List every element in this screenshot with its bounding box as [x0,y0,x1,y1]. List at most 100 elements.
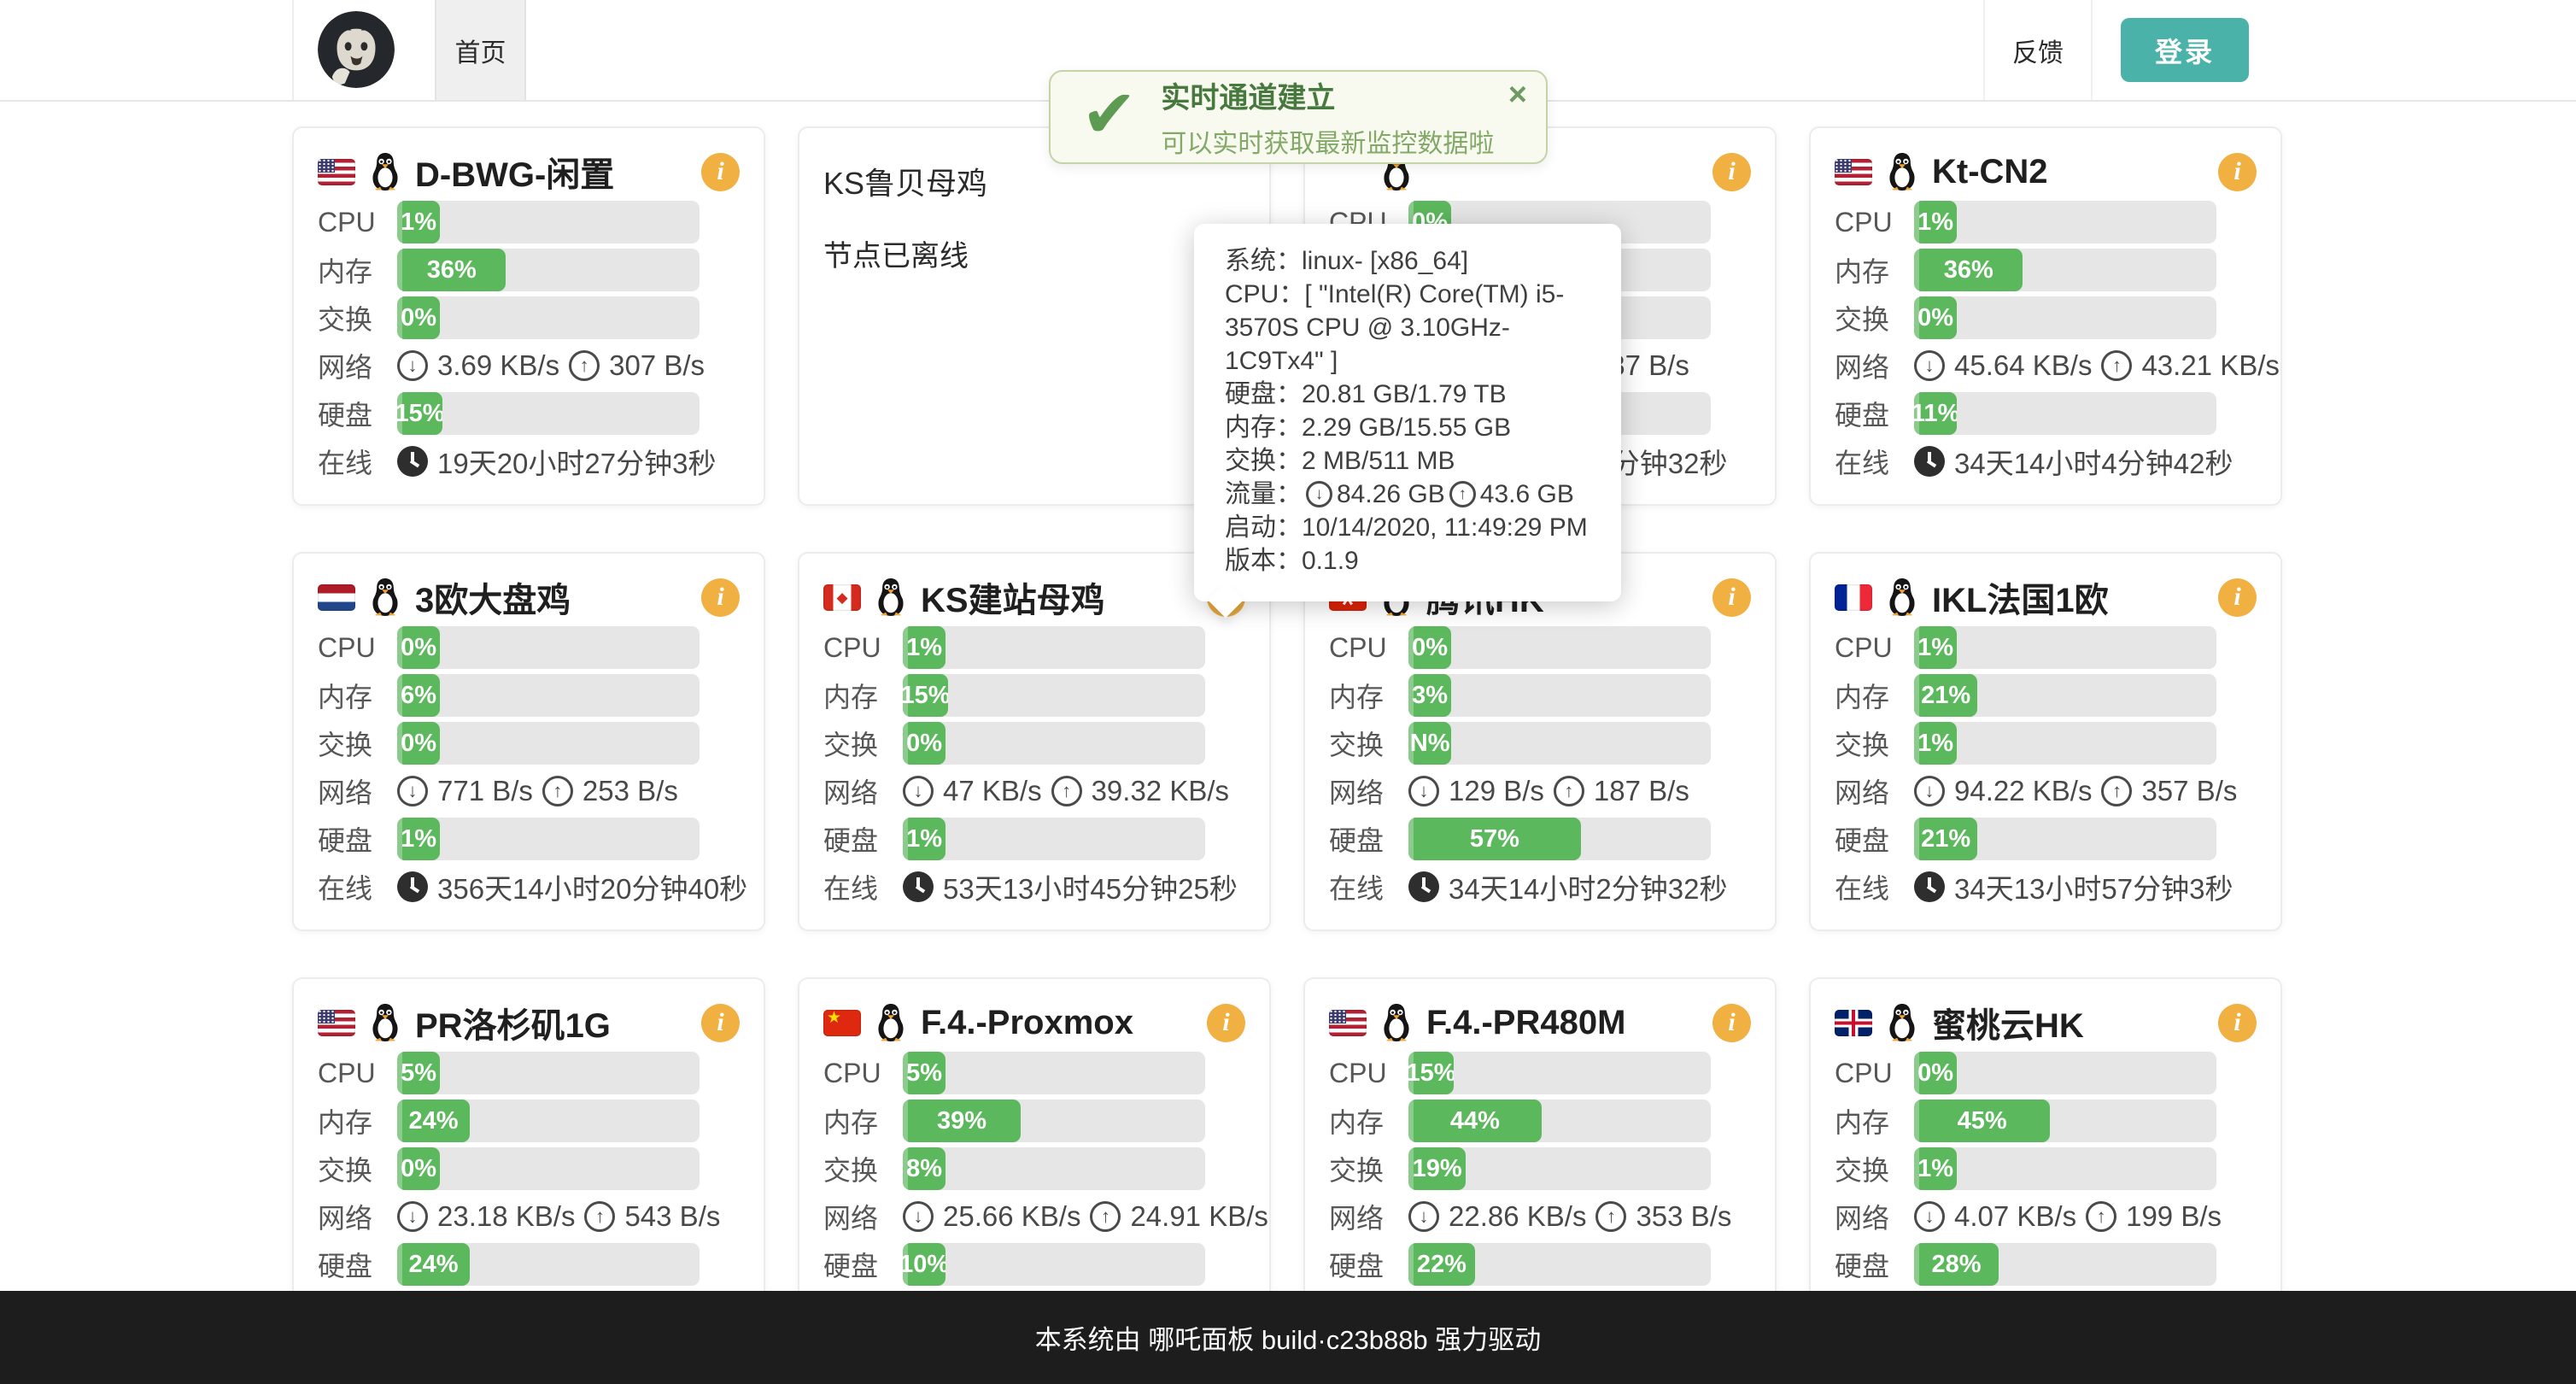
stat-label-cpu: CPU [1835,207,1914,238]
disk-usage-bar: 22% [1408,1243,1711,1286]
download-arrow-icon [397,1201,428,1232]
stat-label-swap: 交换 [1835,1149,1914,1188]
cpu-usage-bar: 0% [1408,626,1711,669]
cpu-percent: 1% [401,208,436,237]
disk-percent: 1% [401,825,436,853]
info-icon[interactable] [2218,1004,2257,1042]
server-name: 3欧大盘鸡 [415,572,571,622]
cpu-usage-bar: 5% [903,1052,1205,1094]
upload-arrow-icon [569,350,600,381]
uptime-row: 53天13小时45分钟25秒 [903,866,1238,907]
stat-label-online: 在线 [318,867,397,906]
tooltip-swap-line: 交换：2 MB/511 MB [1225,444,1592,478]
traffic-upload: 43.6 GB [1480,478,1574,511]
stat-label-swap: 交换 [318,298,397,337]
swap-percent: 0% [401,304,436,332]
stat-label-swap: 交换 [1329,724,1408,763]
disk-percent: 1% [906,825,942,853]
swap-usage-bar: 0% [1914,296,2216,339]
info-icon[interactable] [2218,578,2257,617]
linux-penguin-icon [369,152,401,191]
avatar-logo-image [318,11,395,88]
tab-home[interactable]: 首页 [435,0,526,100]
linux-penguin-icon [875,578,907,617]
site-logo[interactable] [318,11,395,88]
linux-penguin-icon [369,1003,401,1042]
cpu-usage-bar: 5% [397,1052,700,1094]
memory-usage-bar: 3% [1408,674,1711,717]
info-icon[interactable] [2218,153,2257,191]
clock-icon [397,446,428,477]
cpu-percent: 1% [906,634,942,662]
swap-percent: 1% [1917,1155,1953,1183]
disk-percent: 28% [1932,1251,1982,1279]
stat-label-swap: 交换 [318,724,397,763]
info-icon[interactable] [1712,1004,1751,1042]
uptime-value: 34天14小时4分钟42秒 [1954,441,2233,482]
download-arrow-icon [1914,1201,1945,1232]
linux-penguin-icon [1886,1003,1918,1042]
swap-usage-bar: 0% [397,1147,700,1190]
clock-icon [1408,871,1439,902]
clock-icon [1914,446,1945,477]
card-header: D-BWG-闲置 [318,145,740,198]
stat-label-memory: 内存 [1835,1101,1914,1141]
download-speed: 4.07 KB/s [1954,1200,2076,1233]
stat-label-cpu: CPU [1329,1058,1408,1089]
traffic-label: 流量： [1225,478,1302,511]
info-icon[interactable] [701,578,740,617]
info-icon[interactable] [701,1004,740,1042]
card-header: F.4.-PR480M [1329,996,1751,1049]
info-icon[interactable] [1712,153,1751,191]
footer: 本系统由 哪吒面板 build·c23b88b 强力驱动 [0,1291,2576,1384]
uptime-value: 34天13小时57分钟3秒 [1954,866,2233,907]
cpu-percent: 1% [1917,634,1953,662]
memory-percent: 36% [1944,256,1993,284]
stat-label-disk: 硬盘 [1835,1245,1914,1284]
login-button[interactable]: 登录 [2121,18,2249,82]
server-name: F.4.-PR480M [1426,1004,1625,1042]
disk-percent: 22% [1417,1251,1467,1279]
upload-speed: 39.32 KB/s [1092,775,1229,807]
info-icon[interactable] [701,153,740,191]
download-speed: 47 KB/s [943,775,1042,807]
disk-percent: 24% [408,1251,458,1279]
disk-usage-bar: 1% [903,818,1205,860]
memory-percent: 36% [427,256,477,284]
stat-label-memory: 内存 [823,676,903,715]
toast-title: 实时通道建立 [1161,74,1494,116]
download-arrow-icon [1306,481,1332,507]
close-icon[interactable] [1508,79,1527,111]
memory-percent: 44% [1450,1107,1500,1135]
info-icon[interactable] [1712,578,1751,617]
stat-label-network: 网络 [1835,771,1914,811]
tooltip-memory-line: 内存：2.29 GB/15.55 GB [1225,411,1592,444]
network-speeds: 4.07 KB/s199 B/s [1914,1200,2222,1233]
clock-icon [903,871,934,902]
network-speeds: 771 B/s253 B/s [397,775,678,807]
uptime-value: 19天20小时27分钟3秒 [437,441,716,482]
swap-percent: 19% [1413,1155,1462,1183]
stat-label-cpu: CPU [318,632,397,664]
network-speeds: 45.64 KB/s43.21 KB/s [1914,349,2280,382]
stat-label-memory: 内存 [318,1101,397,1141]
stat-label-online: 在线 [1835,442,1914,481]
download-arrow-icon [1914,350,1945,381]
toast-notification: 实时通道建立 可以实时获取最新监控数据啦 [1049,70,1548,164]
stat-label-online: 在线 [318,442,397,481]
country-flag-icon [318,584,355,611]
cpu-usage-bar: 1% [903,626,1205,669]
country-flag-icon [1835,1010,1872,1036]
linux-penguin-icon [369,578,401,617]
uptime-row: 34天14小时4分钟42秒 [1914,441,2233,482]
info-icon[interactable] [1207,1004,1245,1042]
server-card: IKL法国1欧 CPU 1% 内存 21% 交换 1% 网络 94.22 KB/… [1809,552,2282,931]
stat-label-cpu: CPU [1835,1058,1914,1089]
upload-speed: 357 B/s [2141,775,2237,807]
nav-feedback-link[interactable]: 反馈 [1983,0,2093,100]
swap-percent: 0% [906,730,942,758]
swap-usage-bar: 0% [397,722,700,765]
stat-label-online: 在线 [1835,867,1914,906]
card-header: IKL法国1欧 [1835,571,2257,624]
stat-label-network: 网络 [823,1197,903,1236]
